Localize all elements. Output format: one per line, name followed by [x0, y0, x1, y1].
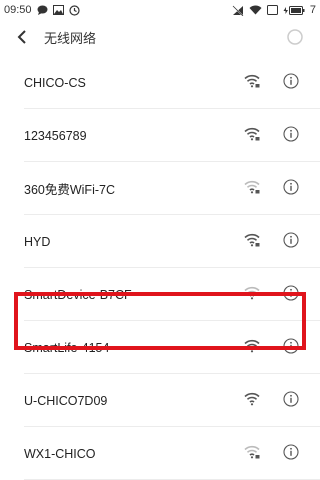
network-row[interactable]: SmartDevice-B7CF [0, 268, 320, 321]
network-ssid: 360免费WiFi-7C [24, 183, 115, 197]
info-icon[interactable] [283, 73, 299, 89]
page-title: 无线网络 [44, 30, 97, 46]
network-ssid: U-CHICO7D09 [24, 393, 108, 408]
no-signal-icon [232, 4, 244, 16]
wifi-locked-icon [244, 445, 260, 459]
network-ssid: CHICO-CS [24, 75, 86, 90]
chat-bubble-icon [37, 5, 48, 15]
chevron-left-icon[interactable] [12, 27, 32, 47]
status-time: 09:50 [4, 4, 32, 16]
network-ssid: SmartLife-4154 [24, 340, 110, 355]
network-row[interactable]: SmartLife-4154 [0, 321, 320, 374]
info-icon[interactable] [283, 338, 299, 354]
status-left: 09:50 [4, 4, 80, 16]
info-icon[interactable] [283, 126, 299, 142]
battery-level: 7 [309, 4, 316, 16]
status-bar: 09:50 7 [0, 0, 320, 20]
network-row[interactable]: HYD [0, 215, 320, 268]
alarm-icon [68, 4, 80, 16]
wifi-locked-icon [244, 74, 260, 88]
sim-icon [266, 5, 278, 15]
network-ssid: SmartDevice-B7CF [24, 287, 132, 302]
refresh-spinner-icon[interactable] [286, 28, 304, 46]
info-icon[interactable] [283, 444, 299, 460]
info-icon[interactable] [283, 391, 299, 407]
wifi-icon [244, 392, 260, 406]
info-icon[interactable] [283, 285, 299, 301]
network-row[interactable]: WX1-CHICO [0, 427, 320, 480]
image-icon [52, 5, 64, 15]
network-row[interactable]: 360免费WiFi-7C [0, 162, 320, 215]
network-ssid: HYD [24, 234, 51, 249]
network-row[interactable]: U-CHICO7D09 [0, 374, 320, 427]
network-row[interactable]: CHICO-CS [0, 56, 320, 109]
network-ssid: WX1-CHICO [24, 446, 96, 461]
wifi-network-list: CHICO-CS 123456789 360免费WiFi-7C HYD SmartDev… [0, 56, 320, 480]
status-right: 7 [232, 4, 316, 16]
battery-charging-icon [283, 5, 305, 15]
info-icon[interactable] [283, 232, 299, 248]
wifi-locked-icon [244, 127, 260, 141]
network-ssid: 123456789 [24, 128, 87, 143]
wifi-locked-icon [244, 180, 260, 194]
header: 无线网络 [0, 20, 320, 54]
wifi-icon [244, 286, 260, 300]
info-icon[interactable] [283, 179, 299, 195]
wifi-locked-icon [244, 233, 260, 247]
status-wifi-icon [249, 5, 262, 15]
network-row[interactable]: 123456789 [0, 109, 320, 162]
wifi-icon [244, 339, 260, 353]
